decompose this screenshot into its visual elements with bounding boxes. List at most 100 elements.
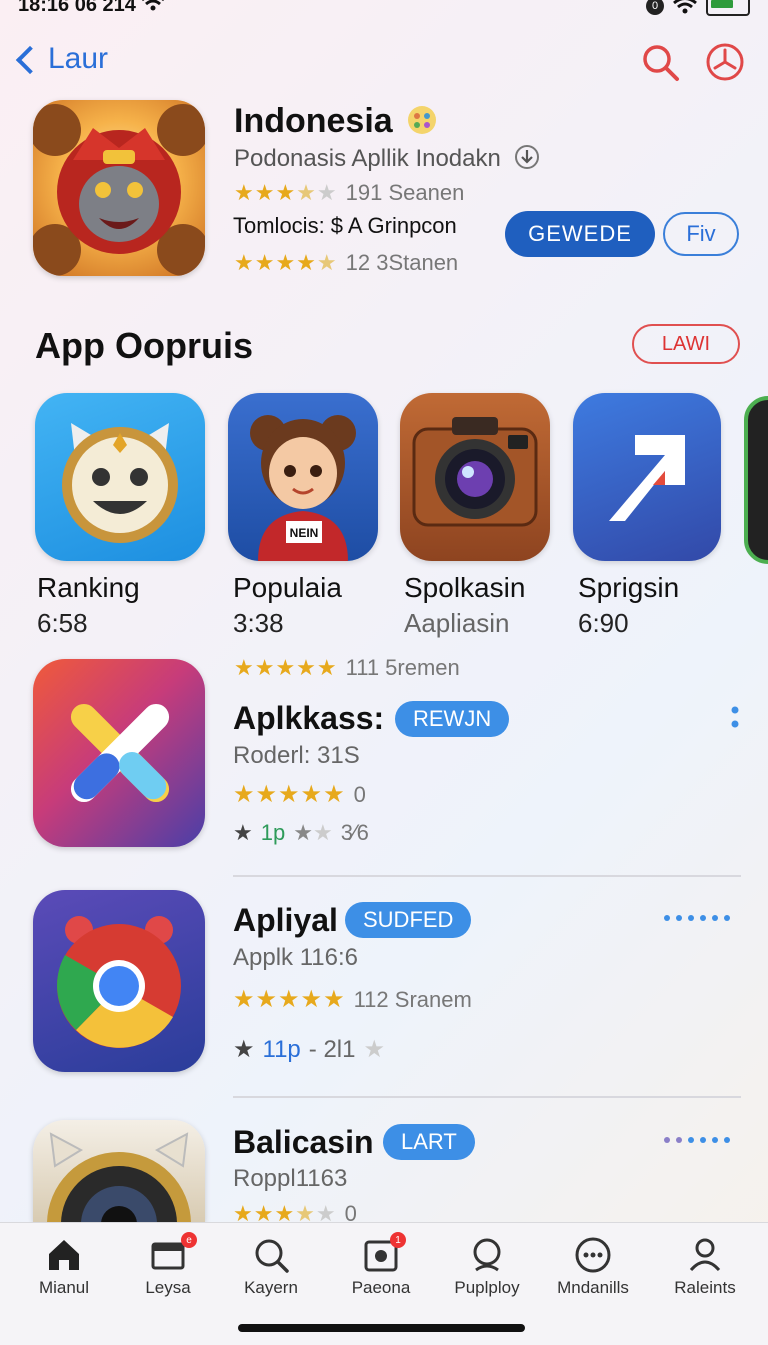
tab-badge: e <box>181 1232 197 1248</box>
hero-promo: Tomlocis: $ A Grinpcon <box>233 213 457 238</box>
star-rating-icon: ★★★★★ <box>234 250 338 275</box>
carousel-name: Sprigsin <box>578 572 680 603</box>
more-dots-icon[interactable] <box>664 915 730 921</box>
carousel-icon-sprigsin[interactable] <box>573 393 721 561</box>
arrow-icon <box>609 435 685 521</box>
carousel-icon-partial[interactable] <box>744 396 768 564</box>
tab-label: Kayern <box>244 1278 298 1297</box>
list-item-2-sub: Applk 116:6 <box>233 944 358 971</box>
list-item-1-sub: Roderl: 31S <box>233 742 360 769</box>
list-item-1-rating-text: 0 <box>353 781 366 807</box>
star-icon: ★ <box>233 820 253 845</box>
hero-title-text: Indonesia <box>234 102 393 140</box>
tab-label: Paeona <box>351 1278 411 1297</box>
download-icon[interactable] <box>514 144 540 170</box>
tab-paeona[interactable]: 1 Paeona <box>326 1232 436 1298</box>
search-icon[interactable] <box>640 42 680 82</box>
hero-rating-2-text: 12 3Stanen <box>345 250 459 275</box>
carousel-sub: 3:38 <box>233 608 284 638</box>
carousel-name: Spolkasin <box>404 572 526 603</box>
hero-subtitle-text: Podonasis Apllik Inodakn <box>234 145 501 172</box>
history-icon[interactable] <box>705 42 745 82</box>
star-icon: ★★ <box>293 820 333 845</box>
carousel-sub: 6:58 <box>37 608 88 638</box>
tab-raleints[interactable]: Raleints <box>650 1236 760 1298</box>
star-rating-icon: ★★★★★ <box>234 180 338 205</box>
tab-label: Puplploy <box>454 1278 520 1297</box>
star-icon: ★ <box>233 1036 255 1063</box>
monster-mask-icon <box>33 104 205 276</box>
more-vertical-icon[interactable] <box>730 704 740 734</box>
list-item-2-badge[interactable]: SUDFED <box>345 902 472 938</box>
hero-rating-1-text: 191 Seanen <box>345 180 465 205</box>
tab-mndanills[interactable]: Mndanills <box>538 1236 648 1298</box>
battery-icon <box>706 0 750 16</box>
secondary-button[interactable]: Fiv <box>663 212 739 256</box>
list-item-1-icon[interactable] <box>33 659 205 847</box>
list-item-2-title: Apliyal <box>233 902 338 938</box>
carousel-name: Populaia <box>233 572 342 603</box>
tab-kayern[interactable]: Kayern <box>216 1236 326 1298</box>
hero-rating-2: ★★★★★ 12 3Stanen <box>234 250 458 276</box>
list-item-1-title: Aplkkass: <box>233 700 385 736</box>
tab-puplploy[interactable]: Puplploy <box>432 1236 542 1298</box>
back-label: Laur <box>48 42 109 75</box>
cat-face-icon <box>62 423 178 543</box>
tab-mianul[interactable]: Mianul <box>9 1236 119 1298</box>
carousel-icon-populaia[interactable]: NEIN <box>228 393 378 561</box>
carousel-icon-spolkasin[interactable] <box>400 393 550 561</box>
star-rating-icon: ★★★★★ <box>233 986 346 1013</box>
status-right: 0 <box>646 0 750 16</box>
list-item-3-icon[interactable] <box>33 1120 205 1222</box>
hero-title: Indonesia <box>234 102 438 141</box>
list-item-1-meta: ★ 1p ★★ 3⁄6 <box>233 820 369 846</box>
chrome-icon <box>57 916 181 1048</box>
wifi-icon <box>673 0 697 14</box>
list-item-3-rating: ★★★★★ 0 <box>233 1205 357 1222</box>
top-rating: ★★★★★ 111 5remen <box>234 655 460 681</box>
back-button[interactable]: Laur <box>15 42 109 76</box>
more-dots-icon[interactable] <box>664 1137 730 1143</box>
list-item-3-rating-text: 0 <box>344 1205 357 1222</box>
star-icon: ★ <box>363 1036 385 1063</box>
search-icon <box>255 1239 289 1273</box>
list-item-2-rating: ★★★★★ 112 Sranem <box>233 985 472 1014</box>
emoji-icon <box>408 106 437 134</box>
list-item-2-rating-text: 112 Sranem <box>353 986 472 1012</box>
list-item-3-sub: Roppl1163 <box>233 1165 348 1192</box>
top-rating-text: 111 5remen <box>345 655 460 680</box>
star-rating-icon: ★★★★★ <box>233 781 346 808</box>
camera-icon <box>412 417 538 527</box>
home-icon <box>49 1240 79 1270</box>
section-title: App Oopruis <box>35 325 253 366</box>
see-all-button[interactable]: LAWI <box>632 324 740 364</box>
x-cross-icon <box>70 703 170 803</box>
carousel-name: Ranking <box>37 572 140 603</box>
sim-icon: 0 <box>646 0 664 15</box>
get-button[interactable]: GEWEDE <box>505 211 655 257</box>
list-item-1-meta-a: 1p <box>260 820 286 845</box>
tab-label: Mianul <box>38 1278 90 1297</box>
list-item-1-badge[interactable]: REWJN <box>395 701 510 737</box>
star-rating-icon: ★★★★★ <box>234 655 338 680</box>
tab-label: Mndanills <box>557 1278 629 1297</box>
girl-icon: NEIN <box>250 415 356 561</box>
list-item-2-icon[interactable] <box>33 890 205 1072</box>
list-item-2-meta-a: 11p <box>262 1035 301 1063</box>
tab-label: Raleints <box>674 1278 736 1297</box>
list-item-3-badge[interactable]: LART <box>383 1124 475 1160</box>
profile-icon <box>473 1238 501 1272</box>
list-item-2-meta-b: - 2l1 <box>308 1035 356 1063</box>
star-rating-icon: ★★★★★ <box>233 1205 337 1222</box>
carousel-sub: Aapliasin <box>404 608 510 638</box>
more-icon <box>575 1237 611 1273</box>
divider <box>233 875 741 877</box>
shirt-label: NEIN <box>290 526 319 540</box>
hero-app-icon[interactable] <box>33 100 205 276</box>
tab-badge: 1 <box>390 1232 406 1248</box>
person-icon <box>689 1238 721 1272</box>
list-item-3-title: Balicasin <box>233 1124 374 1160</box>
status-time: 18:16 06 214 <box>18 0 136 16</box>
carousel-icon-ranking[interactable] <box>35 393 205 561</box>
tab-leysa[interactable]: e Leysa <box>113 1232 223 1298</box>
